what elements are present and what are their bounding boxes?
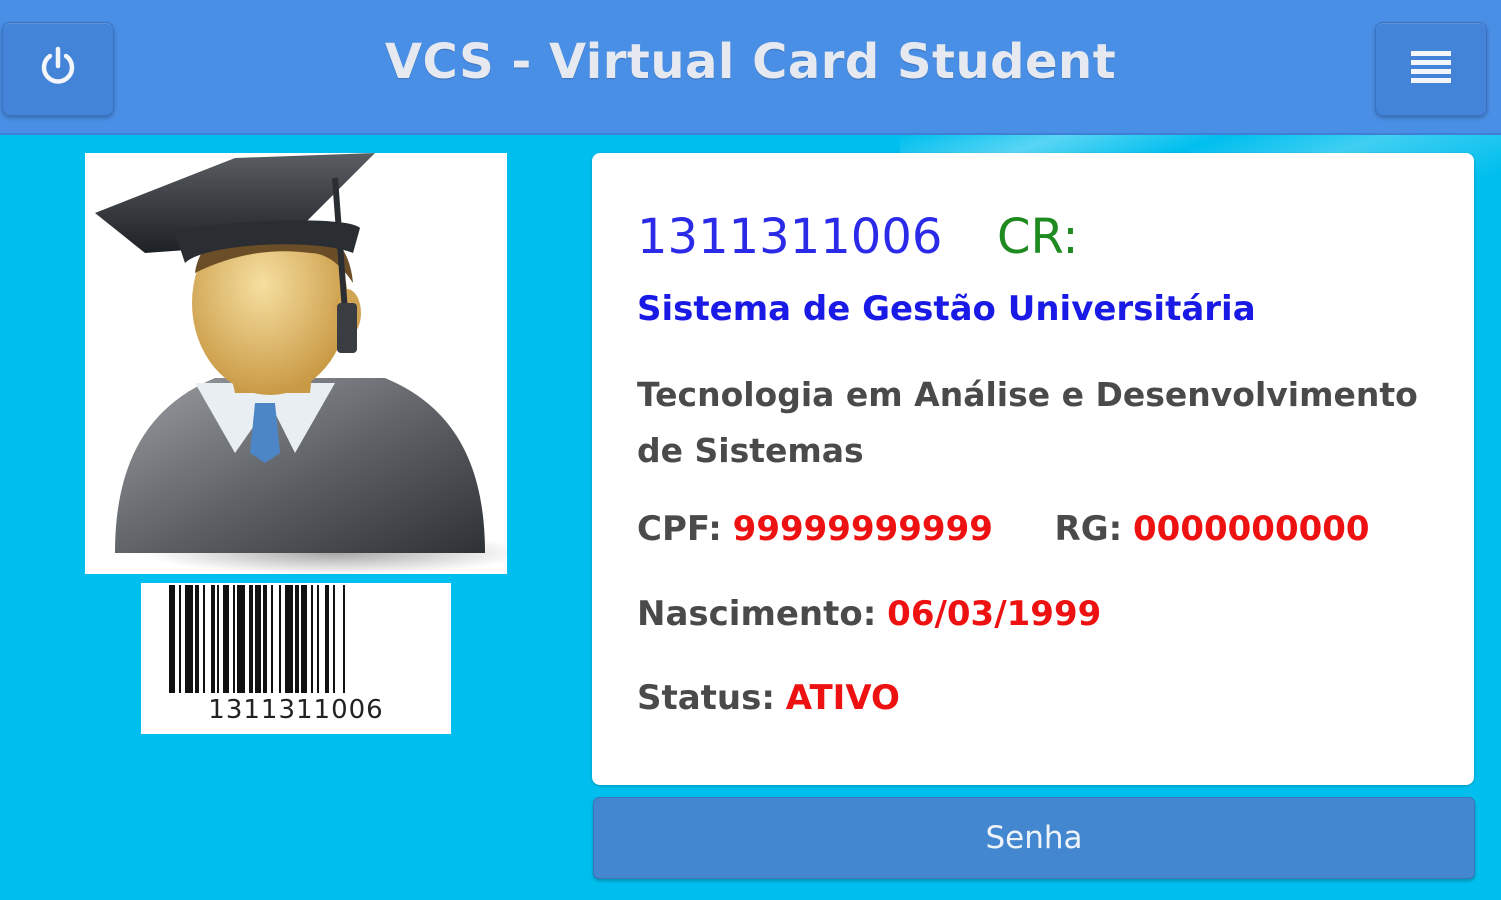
barcode-bar bbox=[255, 585, 261, 693]
student-info-card: 1311311006 CR: Sistema de Gestão Univers… bbox=[592, 153, 1474, 785]
barcode-bar bbox=[203, 585, 205, 693]
app-header: VCS - Virtual Card Student bbox=[0, 0, 1501, 135]
status-label: Status: bbox=[637, 678, 775, 718]
power-icon bbox=[36, 45, 80, 94]
barcode-bar bbox=[295, 585, 299, 693]
barcode-bar bbox=[343, 585, 345, 693]
power-button[interactable] bbox=[2, 22, 114, 116]
cr-label: CR: bbox=[997, 209, 1079, 265]
barcode-bar bbox=[185, 585, 193, 693]
barcode-bar bbox=[263, 585, 267, 693]
barcode-bar bbox=[237, 585, 245, 693]
barcode-bar bbox=[249, 585, 253, 693]
barcode-bar bbox=[217, 585, 219, 693]
barcode-bars bbox=[169, 585, 345, 693]
app-title: VCS - Virtual Card Student bbox=[384, 34, 1117, 90]
cpf-value: 99999999999 bbox=[732, 509, 993, 549]
rg-value: 0000000000 bbox=[1133, 509, 1370, 549]
birth-row: Nascimento: 06/03/1999 bbox=[637, 594, 1101, 634]
barcode-bar bbox=[311, 585, 313, 693]
barcode-bar bbox=[169, 585, 175, 693]
rg-label: RG: bbox=[1054, 509, 1123, 549]
barcode-bar bbox=[271, 585, 273, 693]
barcode-number: 1311311006 bbox=[208, 695, 384, 725]
barcode-bar bbox=[285, 585, 293, 693]
student-barcode: 1311311006 bbox=[141, 583, 451, 734]
barcode-bar bbox=[223, 585, 229, 693]
student-photo bbox=[85, 153, 525, 575]
status-value: ATIVO bbox=[785, 678, 900, 718]
barcode-bar bbox=[195, 585, 199, 693]
course-name: Tecnologia em Análise e Desenvolvimento … bbox=[637, 375, 1418, 470]
barcode-bar bbox=[301, 585, 307, 693]
barcode-bar bbox=[317, 585, 319, 693]
birth-label: Nascimento: bbox=[637, 594, 877, 634]
cpf-label: CPF: bbox=[637, 509, 722, 549]
status-row: Status: ATIVO bbox=[637, 678, 900, 718]
document-row: CPF: 99999999999 RG: 0000000000 bbox=[637, 509, 1370, 549]
institution-name: Sistema de Gestão Universitária bbox=[637, 289, 1256, 329]
student-id-number: 1311311006 bbox=[637, 209, 943, 265]
menu-button[interactable] bbox=[1375, 22, 1487, 116]
barcode-bar bbox=[211, 585, 215, 693]
graduate-avatar-icon bbox=[85, 153, 525, 578]
barcode-bar bbox=[333, 585, 335, 693]
menu-icon bbox=[1409, 47, 1453, 92]
birth-value: 06/03/1999 bbox=[887, 594, 1102, 634]
barcode-bar bbox=[179, 585, 181, 693]
password-button[interactable]: Senha bbox=[593, 797, 1475, 879]
barcode-bar bbox=[233, 585, 235, 693]
barcode-bar bbox=[279, 585, 281, 693]
barcode-bar bbox=[325, 585, 329, 693]
